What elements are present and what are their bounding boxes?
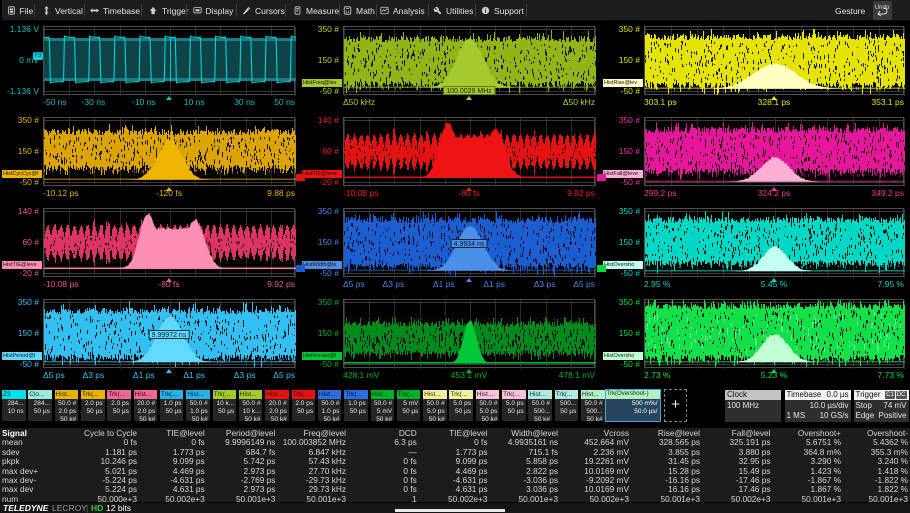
svg-text:Undo: Undo [875,5,890,11]
svg-text:i: i [485,8,487,15]
